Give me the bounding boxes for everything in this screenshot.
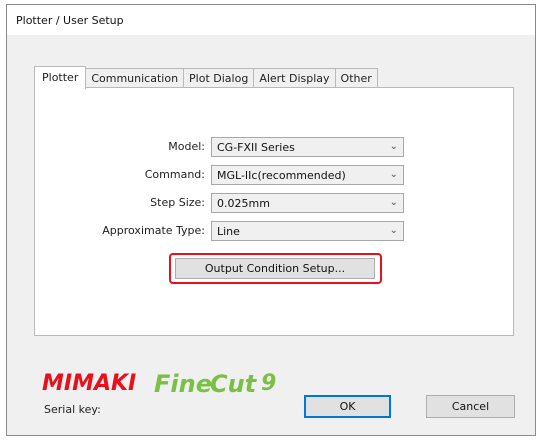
serial-key-label: Serial key: [44,403,101,416]
chevron-down-icon: ⌄ [389,169,398,180]
mimaki-finecut-logo: MIMAKI Fine Cut 9 [42,366,282,398]
model-select[interactable]: CG-FXII Series ⌄ [211,137,404,157]
title-bar: Plotter / User Setup [7,5,535,35]
logo-product-a: Fine [154,370,212,398]
step-size-value: 0.025mm [217,197,270,210]
cancel-button[interactable]: Cancel [426,395,515,418]
approximate-type-select[interactable]: Line ⌄ [211,221,404,241]
command-select[interactable]: MGL-IIc(recommended) ⌄ [211,165,404,185]
step-size-select[interactable]: 0.025mm ⌄ [211,193,404,213]
tab-strip: Plotter Communication Plot Dialog Alert … [34,66,378,89]
model-label: Model: [168,140,205,153]
tab-other[interactable]: Other [334,68,378,88]
logo-brand: MIMAKI [42,371,136,396]
approximate-type-label: Approximate Type: [102,224,205,237]
logo-graphic: MIMAKI Fine Cut 9 [42,370,276,398]
window-title: Plotter / User Setup [16,14,124,27]
step-size-label: Step Size: [150,196,205,209]
plotter-tab-panel: Model: CG-FXII Series ⌄ Command: MGL-IIc… [34,87,514,336]
logo-version: 9 [261,371,276,396]
logo-product-b: Cut [210,370,258,398]
model-value: CG-FXII Series [217,141,295,154]
command-value: MGL-IIc(recommended) [217,169,346,182]
ok-button[interactable]: OK [304,395,391,418]
tab-plot-dialog[interactable]: Plot Dialog [183,68,255,88]
tab-communication[interactable]: Communication [85,68,185,88]
highlight-box [169,253,382,284]
approximate-type-value: Line [217,225,240,238]
tab-plotter[interactable]: Plotter [34,66,87,89]
command-label: Command: [144,168,205,181]
chevron-down-icon: ⌄ [389,225,398,236]
tab-alert-display[interactable]: Alert Display [253,68,336,88]
chevron-down-icon: ⌄ [389,141,398,152]
chevron-down-icon: ⌄ [389,197,398,208]
